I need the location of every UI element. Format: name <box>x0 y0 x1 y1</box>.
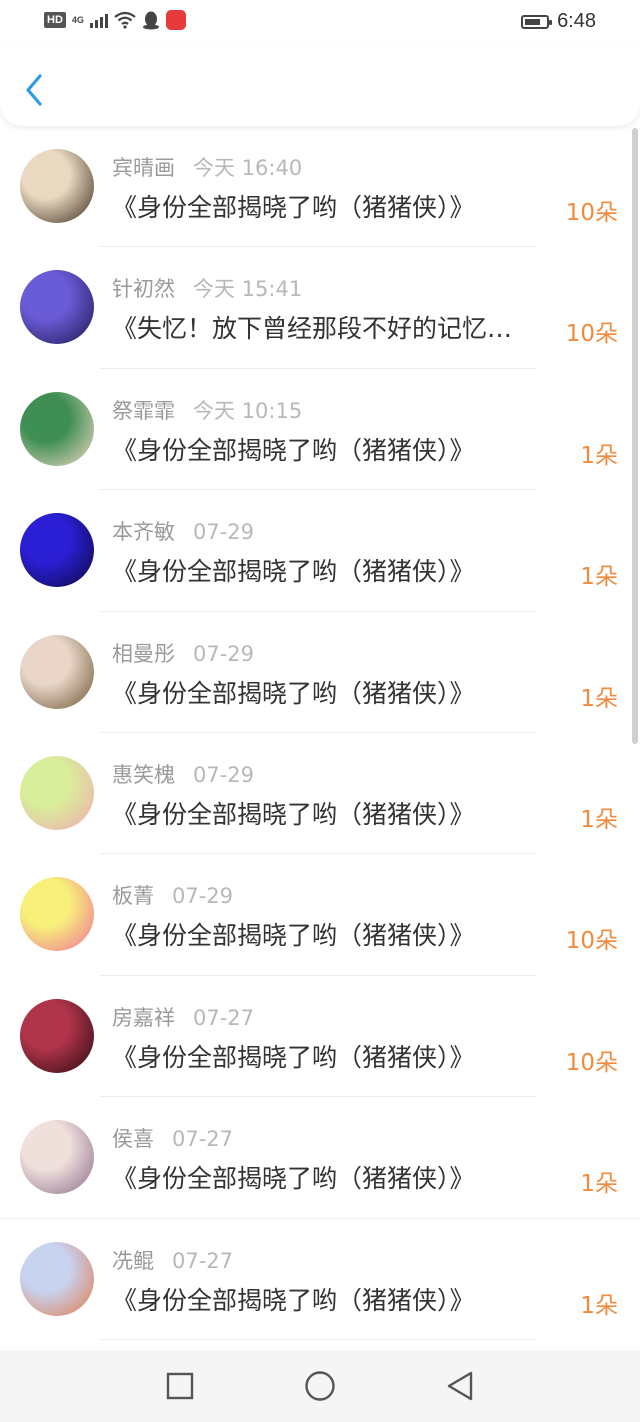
avatar[interactable] <box>20 634 94 709</box>
item-title: 《失忆！放下曾经那段不好的记忆… <box>112 314 513 344</box>
flower-count: 1朵 <box>580 1292 618 1319</box>
item-title: 《身份全部揭晓了哟（猪猪侠）》 <box>112 1164 475 1194</box>
avatar[interactable] <box>20 1241 94 1316</box>
sender-name: 侯喜 <box>112 1127 154 1152</box>
sender-name: 相曼彤 <box>112 641 175 666</box>
hd-icon: HD <box>44 12 66 28</box>
flower-count: 1朵 <box>580 1171 618 1198</box>
item-title: 《身份全部揭晓了哟（猪猪侠）》 <box>112 435 475 465</box>
sent-date: 07-27 <box>172 1248 234 1273</box>
avatar[interactable] <box>20 149 94 223</box>
list-item[interactable]: 本齐敏 07-29 《身份全部揭晓了哟（猪猪侠）》 1朵 <box>0 490 640 612</box>
sent-date: 今天 16:40 <box>193 156 303 180</box>
sender-name: 板菁 <box>112 884 154 909</box>
list-item[interactable]: 侯喜 07-27 《身份全部揭晓了哟（猪猪侠）》 1朵 <box>0 1097 640 1219</box>
avatar[interactable] <box>20 877 94 952</box>
list-item[interactable]: 相曼彤 07-29 《身份全部揭晓了哟（猪猪侠）》 1朵 <box>0 612 640 733</box>
gift-record-list: 宾晴画 今天 16:40 《身份全部揭晓了哟（猪猪侠）》 10朵 针初然 今天 15:41… <box>0 126 640 1350</box>
status-right: 6:48 <box>521 10 596 33</box>
signal-icon <box>89 12 108 28</box>
scrollbar[interactable] <box>632 128 638 744</box>
list-item[interactable]: 冼鲲 07-27 《身份全部揭晓了哟（猪猪侠）》 1朵 <box>0 1219 640 1340</box>
sent-date: 07-29 <box>193 762 255 787</box>
item-meta: 相曼彤 07-29 <box>112 638 254 668</box>
sender-name: 惠笑槐 <box>112 762 175 787</box>
flower-count: 10朵 <box>565 928 618 955</box>
item-meta: 侯喜 07-27 <box>112 1123 233 1153</box>
sender-name: 针初然 <box>112 277 175 302</box>
system-nav-bar <box>0 1350 640 1422</box>
item-title: 《身份全部揭晓了哟（猪猪侠）》 <box>112 557 475 587</box>
avatar[interactable] <box>20 513 94 588</box>
sent-date: 07-29 <box>193 520 255 545</box>
list-item[interactable]: 板菁 07-29 《身份全部揭晓了哟（猪猪侠）》 10朵 <box>0 854 640 976</box>
status-left: HD 4G <box>44 10 186 30</box>
chevron-left-icon[interactable] <box>22 72 48 108</box>
list-item[interactable]: 惠笑槐 07-29 《身份全部揭晓了哟（猪猪侠）》 1朵 <box>0 733 640 855</box>
flower-count: 10朵 <box>565 321 618 348</box>
home-circle-icon[interactable] <box>304 1370 336 1402</box>
list-item[interactable]: 针初然 今天 15:41 《失忆！放下曾经那段不好的记忆… 10朵 <box>0 247 640 369</box>
sender-name: 冼鲲 <box>112 1248 154 1273</box>
list-item[interactable]: 房嘉祥 07-27 《身份全部揭晓了哟（猪猪侠）》 10朵 <box>0 976 640 1098</box>
sent-date: 07-27 <box>193 1005 255 1030</box>
flower-count: 1朵 <box>580 564 618 591</box>
item-meta: 板菁 07-29 <box>112 880 233 910</box>
sent-date: 今天 15:41 <box>193 277 303 302</box>
sender-name: 祭霏霏 <box>112 398 175 423</box>
item-title: 《身份全部揭晓了哟（猪猪侠）》 <box>112 1285 475 1315</box>
item-title: 《身份全部揭晓了哟（猪猪侠）》 <box>112 799 475 829</box>
divider <box>100 1338 536 1340</box>
flower-count: 10朵 <box>565 200 618 226</box>
item-title: 《身份全部揭晓了哟（猪猪侠）》 <box>112 193 475 222</box>
sender-name: 本齐敏 <box>112 520 175 545</box>
item-meta: 针初然 今天 15:41 <box>112 273 302 303</box>
flower-count: 1朵 <box>580 806 618 833</box>
list-item[interactable]: 祭霏霏 今天 10:15 《身份全部揭晓了哟（猪猪侠）》 1朵 <box>0 369 640 491</box>
flower-count: 10朵 <box>565 1049 618 1076</box>
avatar[interactable] <box>20 270 94 345</box>
item-meta: 惠笑槐 07-29 <box>112 759 254 789</box>
sent-date: 今天 10:15 <box>193 398 303 423</box>
list-item[interactable]: 宾晴画 今天 16:40 《身份全部揭晓了哟（猪猪侠）》 10朵 <box>0 126 640 248</box>
item-meta: 房嘉祥 07-27 <box>112 1002 254 1032</box>
app-notification-icon <box>165 10 186 30</box>
avatar[interactable] <box>20 391 94 466</box>
item-title: 《身份全部揭晓了哟（猪猪侠）》 <box>112 678 475 708</box>
item-meta: 宾晴画 今天 16:40 <box>112 152 302 182</box>
back-triangle-icon[interactable] <box>446 1370 474 1402</box>
status-bar: HD 4G 6:48 <box>0 0 640 44</box>
network-type: 4G <box>71 14 84 25</box>
avatar[interactable] <box>20 755 94 830</box>
sender-name: 房嘉祥 <box>112 1005 175 1030</box>
sent-date: 07-27 <box>172 1127 234 1152</box>
app-header <box>0 44 640 126</box>
item-title: 《身份全部揭晓了哟（猪猪侠）》 <box>112 921 475 951</box>
item-meta: 祭霏霏 今天 10:15 <box>112 395 302 425</box>
flower-count: 1朵 <box>580 685 618 712</box>
flower-count: 1朵 <box>580 442 618 469</box>
recents-square-icon[interactable] <box>166 1372 194 1400</box>
battery-icon <box>521 14 553 29</box>
item-title: 《身份全部揭晓了哟（猪猪侠）》 <box>112 1042 475 1072</box>
sender-name: 宾晴画 <box>112 156 175 180</box>
item-meta: 冼鲲 07-27 <box>112 1245 233 1275</box>
avatar[interactable] <box>20 1120 94 1195</box>
sent-date: 07-29 <box>193 641 255 666</box>
qq-icon <box>142 11 159 30</box>
sent-date: 07-29 <box>172 884 234 909</box>
avatar[interactable] <box>20 998 94 1073</box>
status-time: 6:48 <box>557 10 596 32</box>
item-meta: 本齐敏 07-29 <box>112 516 254 546</box>
wifi-icon <box>114 11 136 29</box>
